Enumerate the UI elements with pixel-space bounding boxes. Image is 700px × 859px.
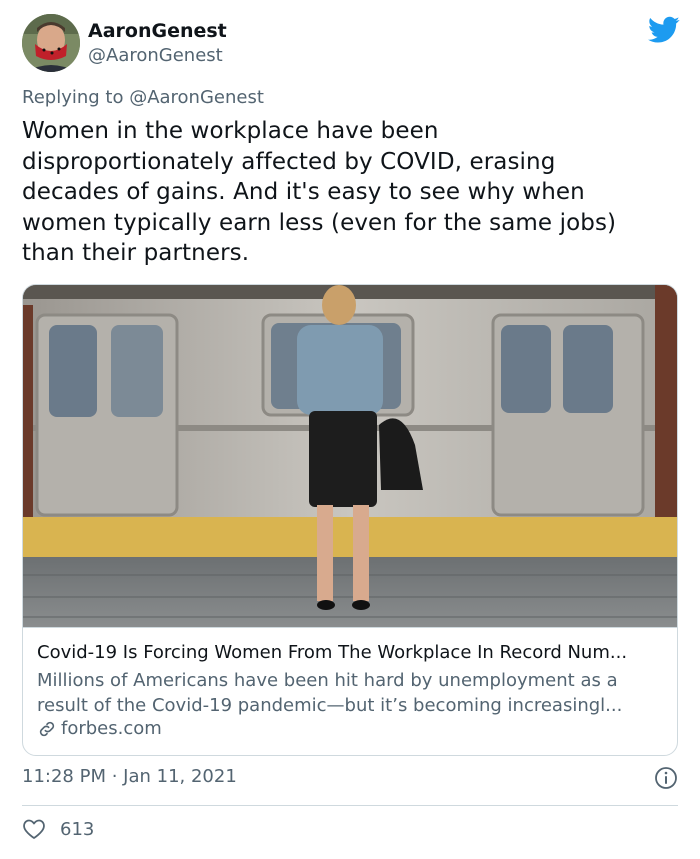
tweet-line: disproportionately affected by COVID, er…: [22, 148, 556, 175]
tweet-text: Women in the workplace have been disprop…: [22, 116, 682, 269]
author-handle[interactable]: @AaronGenest: [88, 45, 223, 66]
link-preview-card[interactable]: Covid-19 Is Forcing Women From The Workp…: [22, 284, 678, 756]
avatar[interactable]: [22, 14, 80, 72]
tweet-line: than their partners.: [22, 240, 250, 266]
avatar-image: [22, 14, 80, 72]
card-domain: forbes.com: [37, 718, 162, 739]
card-description-line: result of the Covid-19 pandemic—but it’s…: [37, 695, 623, 716]
divider: [22, 805, 678, 806]
author-name[interactable]: AaronGenest: [88, 20, 227, 42]
card-image: [23, 285, 677, 627]
card-body: Covid-19 Is Forcing Women From The Workp…: [23, 627, 677, 755]
tweet-timestamp[interactable]: 11:28 PM · Jan 11, 2021: [22, 766, 237, 787]
card-description: Millions of Americans have been hit hard…: [37, 668, 667, 718]
card-domain-text: forbes.com: [61, 718, 162, 739]
card-description-line: Millions of Americans have been hit hard…: [37, 670, 618, 691]
tweet-line: women typically earn less (even for the …: [22, 209, 617, 236]
like-count: 613: [60, 818, 95, 840]
twitter-bird-icon[interactable]: [648, 16, 680, 44]
link-icon: [39, 721, 55, 736]
info-icon[interactable]: [654, 766, 678, 790]
like-button[interactable]: 613: [22, 818, 94, 840]
heart-icon: [23, 819, 45, 839]
card-title: Covid-19 Is Forcing Women From The Workp…: [37, 642, 628, 663]
tweet-line: decades of gains. And it's easy to see w…: [22, 179, 585, 205]
tweet-line: Women in the workplace have been: [22, 118, 439, 144]
reply-context[interactable]: Replying to @AaronGenest: [22, 87, 264, 108]
